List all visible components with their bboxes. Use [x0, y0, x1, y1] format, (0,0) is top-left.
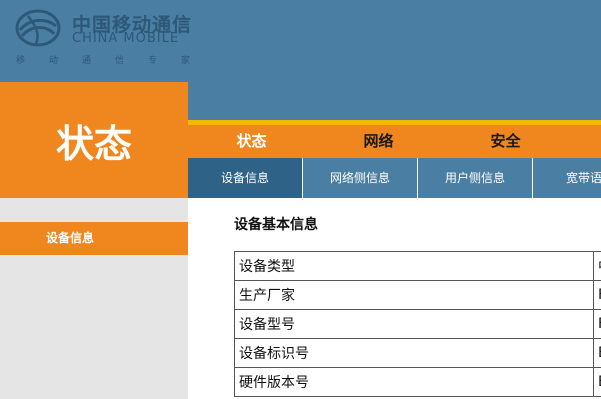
header-banner: 中国移动通信 CHINA MOBILE 移动通信专家 — [0, 0, 601, 82]
subtab-broadband-voice[interactable]: 宽带语音 — [533, 158, 601, 198]
tab-security[interactable]: 安全 — [442, 125, 569, 158]
row-value: E — [593, 338, 601, 368]
device-info-table: 设备类型 中 生产厂家 F 设备型号 F 设备标识号 E 硬件版本号 E — [234, 251, 601, 397]
logo-name-en: CHINA MOBILE — [72, 31, 180, 46]
row-label: 生产厂家 — [234, 280, 594, 310]
row-value: 中 — [593, 251, 601, 281]
row-value: E — [593, 367, 601, 397]
subtab-device-info[interactable]: 设备信息 — [188, 158, 303, 198]
header-band — [188, 82, 601, 120]
table-row: 硬件版本号 E — [234, 367, 601, 397]
row-label: 硬件版本号 — [234, 367, 594, 397]
tab-network[interactable]: 网络 — [315, 125, 442, 158]
subtab-user-side-info[interactable]: 用户侧信息 — [418, 158, 533, 198]
row-label: 设备类型 — [234, 251, 594, 281]
row-value: F — [593, 309, 601, 339]
sidebar-item-device-info[interactable]: 设备信息 — [0, 222, 188, 255]
sidebar: 设备信息 — [0, 198, 188, 399]
table-row: 设备标识号 E — [234, 338, 601, 368]
row-label: 设备标识号 — [234, 338, 594, 368]
row-label: 设备型号 — [234, 309, 594, 339]
table-row: 设备类型 中 — [234, 251, 601, 281]
table-row: 生产厂家 F — [234, 280, 601, 310]
subtab-network-side-info[interactable]: 网络侧信息 — [303, 158, 418, 198]
table-row: 设备型号 F — [234, 309, 601, 339]
section-header-status: 状态 — [0, 82, 188, 198]
sub-nav: 设备信息 网络侧信息 用户侧信息 宽带语音 — [188, 158, 601, 198]
main-nav: 状态 网络 安全 — [188, 125, 601, 158]
row-value: F — [593, 280, 601, 310]
logo-slogan: 移动通信专家 — [16, 56, 215, 66]
china-mobile-logo-icon — [15, 9, 61, 47]
section-title: 设备基本信息 — [234, 217, 318, 233]
tab-status[interactable]: 状态 — [188, 125, 315, 158]
main-content: 设备基本信息 设备类型 中 生产厂家 F 设备型号 F 设备标识号 E 硬件版本… — [188, 198, 601, 399]
